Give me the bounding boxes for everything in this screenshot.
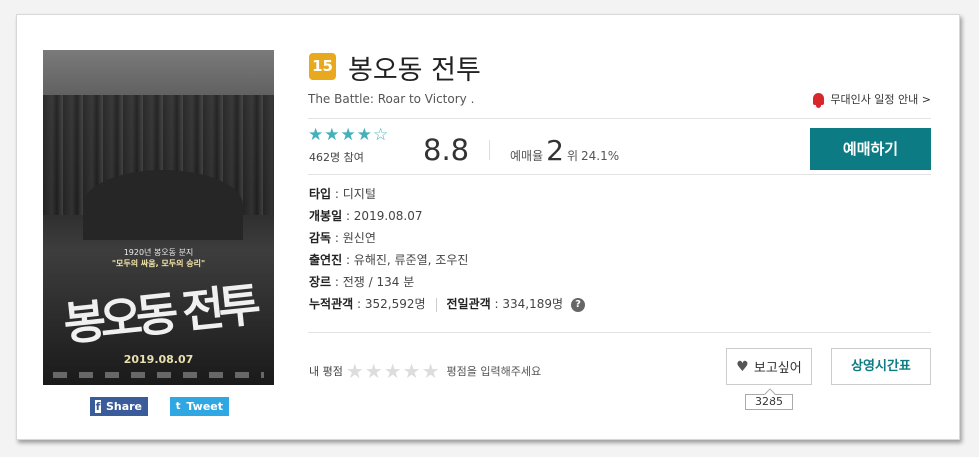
my-rating-stars-input[interactable]: ★★★★★	[346, 359, 441, 383]
info-value: 디지털	[342, 187, 376, 201]
rating-score: 8.8	[423, 133, 470, 167]
twitter-tweet-label: Tweet	[186, 400, 223, 413]
rating-participants: 462명 참여	[309, 151, 364, 164]
help-icon[interactable]: ?	[571, 297, 586, 312]
info-value: 2019.08.07	[353, 209, 423, 223]
poster-tagline-small: 1920년 봉오동 분지	[123, 248, 194, 257]
stage-greeting-link[interactable]: 무대인사 일정 안내 >	[813, 91, 931, 108]
reservation-rate: 예매율 2 위 24.1%	[510, 134, 619, 167]
showtimes-button[interactable]: 상영시간표	[831, 348, 931, 385]
poster-mound-image	[83, 170, 243, 240]
facebook-share-label: Share	[105, 400, 142, 413]
poster-title-calligraphy: 봉오동 전투	[61, 277, 258, 352]
info-row-release: 개봉일 : 2019.08.07	[309, 209, 423, 223]
reserve-button[interactable]: 예매하기	[810, 128, 931, 170]
rating-stars: ★★★★☆	[308, 125, 390, 145]
age-rating-badge: 15	[309, 53, 336, 80]
divider	[308, 174, 931, 175]
info-value: 352,592명	[364, 297, 426, 311]
reservation-rank: 2	[546, 134, 564, 167]
info-key: 장르	[309, 275, 332, 289]
info-value: 334,189명	[502, 297, 564, 311]
my-rating: 내 평점 ★★★★★ 평점을 입력해주세요	[309, 359, 541, 383]
reservation-label: 예매율	[510, 149, 544, 163]
info-key: 누적관객	[309, 297, 354, 311]
info-value: 유해진, 류준열, 조우진	[353, 253, 469, 267]
info-key: 전일관객	[446, 297, 491, 311]
twitter-tweet-button[interactable]: t Tweet	[170, 397, 229, 416]
facebook-share-button[interactable]: f Share	[90, 397, 148, 416]
poster-tagline-main: "모두의 싸움, 모두의 승리"	[111, 259, 206, 268]
info-key: 감독	[309, 231, 332, 245]
movie-poster[interactable]: 1920년 봉오동 분지 "모두의 싸움, 모두의 승리" 봉오동 전투 201…	[43, 50, 274, 385]
info-row-director: 감독 : 원신연	[309, 231, 376, 245]
divider	[308, 118, 931, 119]
movie-title: 봉오동 전투	[348, 55, 481, 86]
info-row-genre: 장르 : 전쟁 / 134 분	[309, 275, 415, 289]
info-value: 전쟁 / 134 분	[342, 275, 415, 289]
movie-original-title: The Battle: Roar to Victory .	[308, 92, 475, 106]
my-rating-hint: 평점을 입력해주세요	[446, 365, 542, 378]
movie-info-list: 타입 : 디지털 개봉일 : 2019.08.07 감독 : 원신연 출연진 :…	[309, 183, 586, 315]
info-key: 개봉일	[309, 209, 343, 223]
divider	[435, 297, 437, 312]
reservation-percent: 24.1%	[581, 149, 620, 163]
facebook-icon: f	[95, 400, 101, 413]
divider	[489, 140, 490, 160]
info-row-type: 타입 : 디지털	[309, 187, 376, 201]
info-row-cast: 출연진 : 유해진, 류준열, 조우진	[309, 253, 469, 267]
info-row-audience: 누적관객 : 352,592명 전일관객 : 334,189명?	[309, 293, 586, 315]
info-value: 원신연	[342, 231, 376, 245]
divider	[308, 332, 931, 333]
info-key: 타입	[309, 187, 332, 201]
reservation-rank-suffix: 위	[566, 149, 578, 163]
want-to-see-button[interactable]: ♥ 보고싶어	[726, 348, 812, 385]
info-key: 출연진	[309, 253, 343, 267]
want-to-see-label: 보고싶어	[753, 361, 802, 376]
bell-icon	[813, 93, 825, 108]
poster-credits	[53, 372, 264, 378]
poster-date: 2019.08.07	[123, 353, 194, 366]
movie-detail-card: 1920년 봉오동 분지 "모두의 싸움, 모두의 승리" 봉오동 전투 201…	[16, 14, 960, 440]
stage-greeting-label: 무대인사 일정 안내 >	[830, 93, 931, 106]
want-count-badge: 3285	[745, 394, 793, 410]
heart-icon: ♥	[736, 358, 749, 375]
my-rating-label: 내 평점	[309, 365, 343, 378]
twitter-icon: t	[175, 401, 181, 412]
